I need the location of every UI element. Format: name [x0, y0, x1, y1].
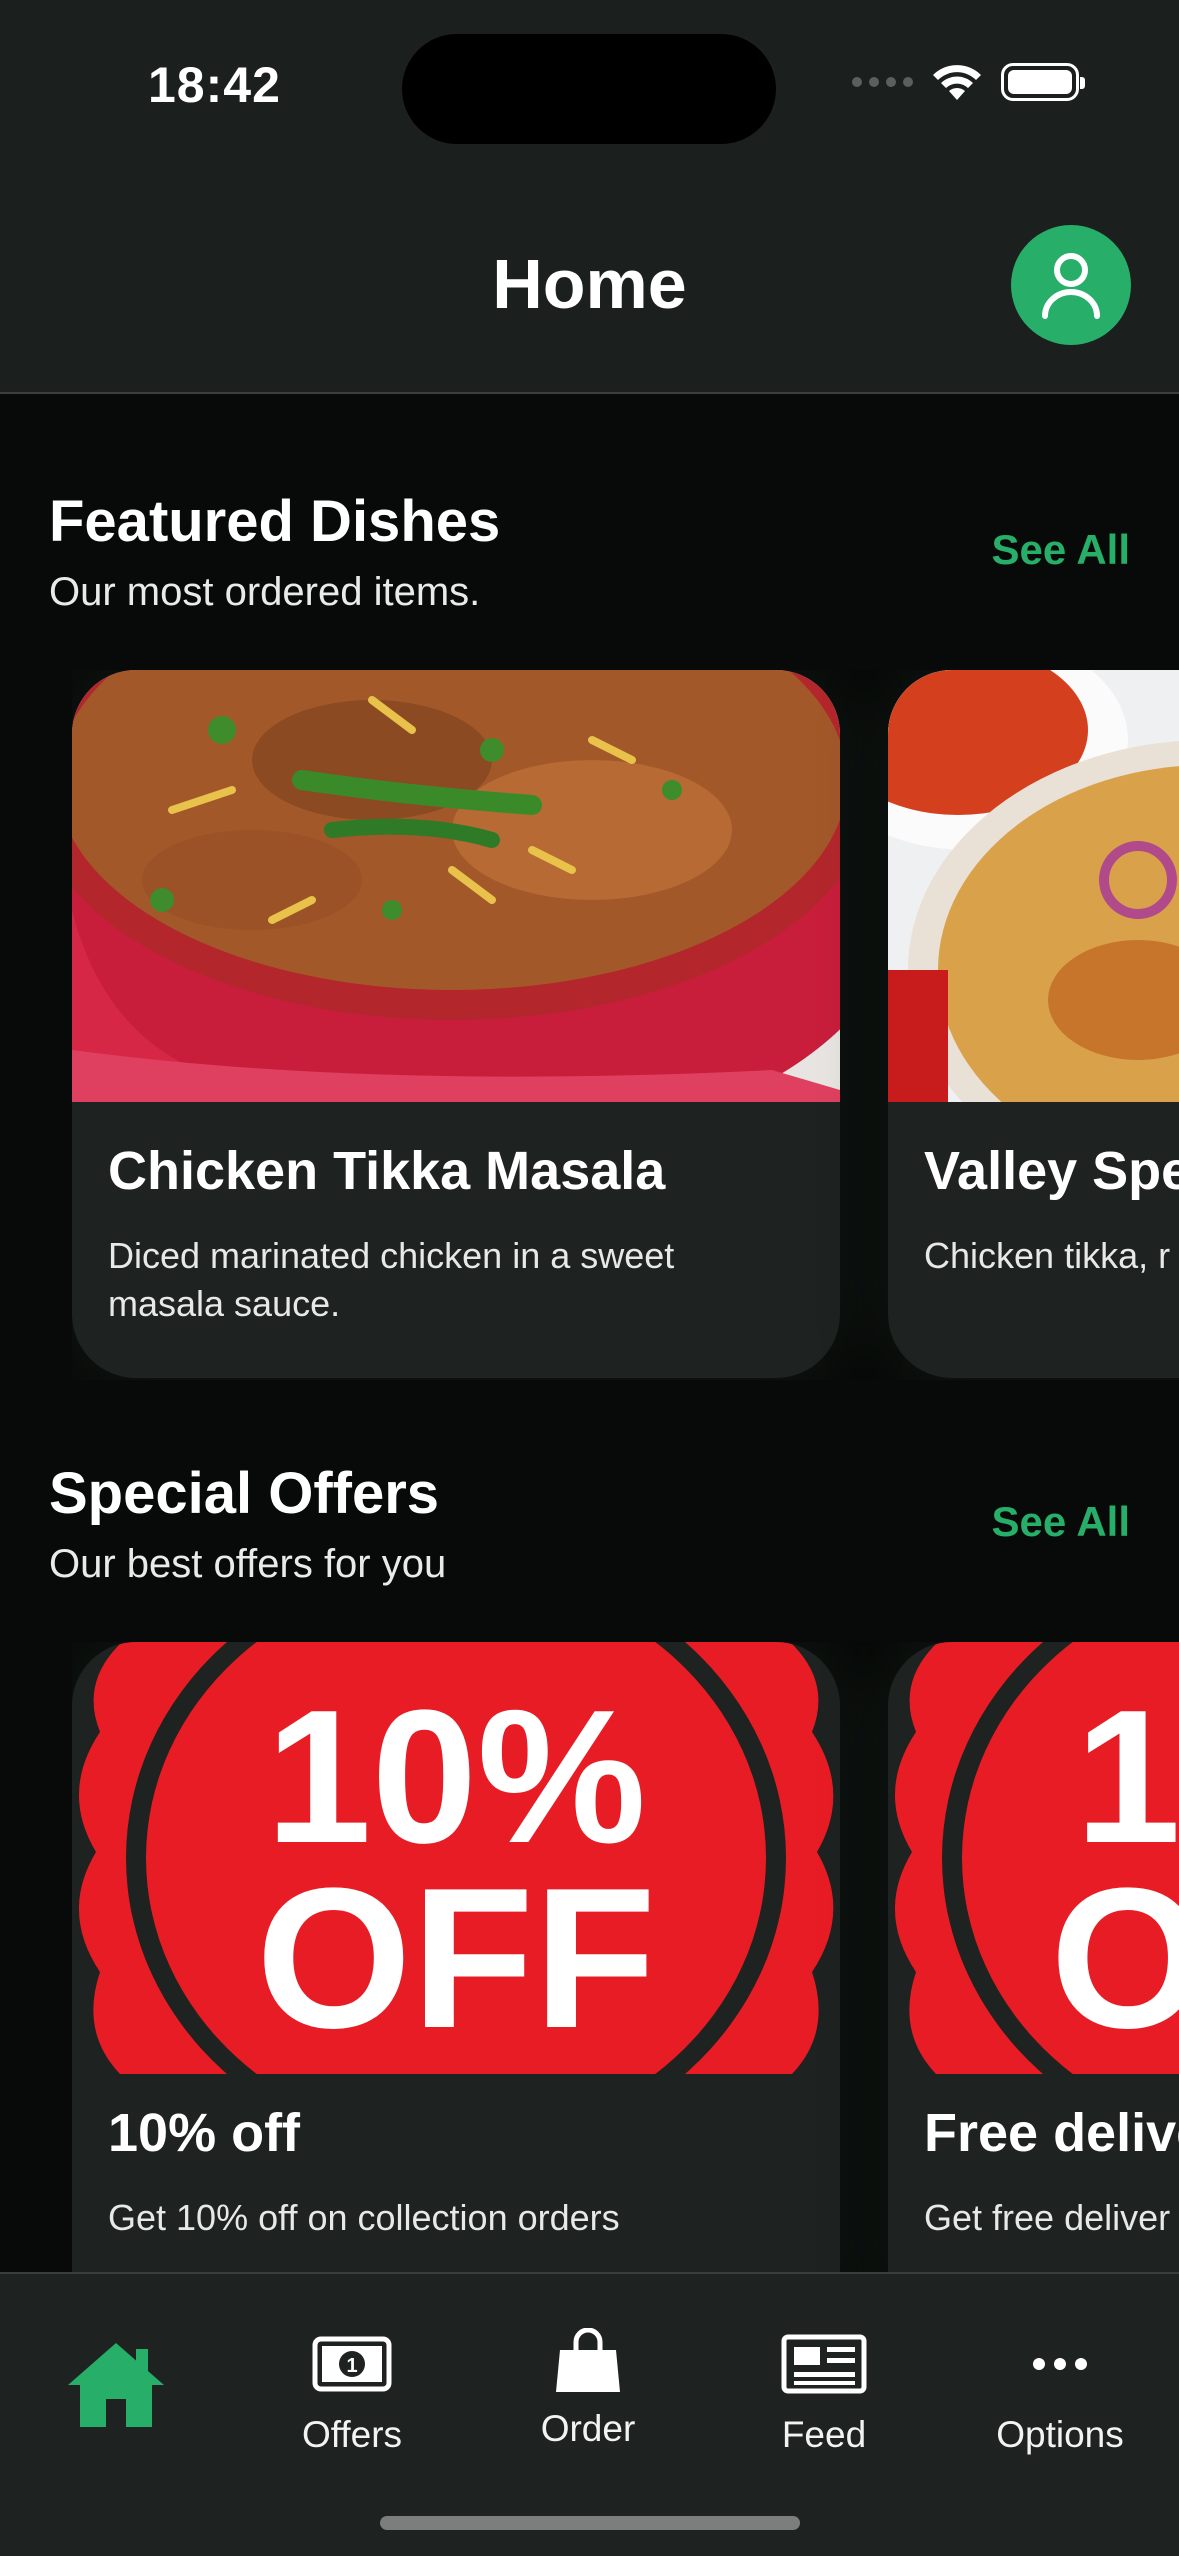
dish-title: Chicken Tikka Masala: [108, 1141, 666, 1201]
tab-label: Feed: [781, 2414, 867, 2455]
offers-see-all-button[interactable]: See All: [991, 1498, 1130, 1546]
offer-title: 10% off: [108, 2103, 301, 2163]
wifi-icon: [933, 65, 981, 100]
svg-text:1: 1: [346, 2355, 357, 2377]
offer-card[interactable]: 10% OFF 10% off Get 10% off on collectio…: [72, 1642, 840, 2272]
dish-description: Diced marinated chicken in a sweet masal…: [108, 1235, 675, 1324]
offer-card[interactable]: 1 O Free delive Get free deliver: [888, 1642, 1179, 2272]
newspaper-icon: [781, 2334, 867, 2394]
dish-card[interactable]: Valley Spe Chicken tikka, r mixed in a b…: [888, 670, 1179, 1378]
offer-title: Free delive: [924, 2103, 1179, 2163]
status-time: 18:42: [148, 57, 281, 113]
dynamic-island: [402, 34, 776, 144]
nav-header: Home: [0, 170, 1179, 394]
home-icon: [68, 2343, 164, 2427]
offer-badge-off: O: [1050, 1847, 1179, 2070]
dish-image: [888, 670, 1179, 1102]
tab-label: Options: [996, 2414, 1124, 2455]
tab-options[interactable]: Options: [960, 2314, 1160, 2456]
offers-title: Special Offers: [49, 1461, 440, 1526]
dish-image: [72, 670, 840, 1102]
offers-carousel[interactable]: 10% OFF 10% off Get 10% off on collectio…: [72, 1642, 1179, 2272]
more-icon: [1033, 2358, 1087, 2370]
status-icons: [852, 62, 1085, 102]
shopping-bag-icon: [556, 2328, 620, 2392]
offer-description: Get free deliver: [924, 2197, 1171, 2238]
featured-carousel[interactable]: Chicken Tikka Masala Diced marinated chi…: [72, 670, 1179, 1380]
offer-image: 10% OFF: [72, 1642, 840, 2074]
featured-see-all-button[interactable]: See All: [991, 526, 1130, 574]
cellular-signal-icon: [852, 77, 913, 87]
battery-icon: [1001, 63, 1085, 101]
tab-offers[interactable]: 1 Offers: [252, 2314, 452, 2456]
tab-feed[interactable]: Feed: [724, 2314, 924, 2456]
tab-label: Offers: [301, 2414, 403, 2455]
dish-title: Valley Spe: [924, 1141, 1179, 1201]
banknote-icon: 1: [312, 2336, 392, 2392]
featured-title: Featured Dishes: [49, 489, 501, 554]
offer-description: Get 10% off on collection orders: [108, 2197, 620, 2238]
page-title: Home: [492, 245, 687, 323]
offers-subtitle: Our best offers for you: [49, 1542, 447, 1586]
dish-description: Chicken tikka, r mixed in a birya: [924, 1235, 1179, 1276]
tab-label: Order: [540, 2408, 636, 2449]
featured-subtitle: Our most ordered items.: [49, 570, 481, 614]
tab-bar: 1 Offers Order Feed Options: [0, 2272, 1179, 2556]
user-icon: [1042, 253, 1100, 319]
tab-home[interactable]: [16, 2314, 216, 2454]
profile-button[interactable]: [1011, 225, 1131, 345]
status-bar: 18:42: [0, 0, 1179, 170]
dish-card[interactable]: Chicken Tikka Masala Diced marinated chi…: [72, 670, 840, 1378]
offer-image: 1 O: [888, 1642, 1179, 2074]
offer-badge-off: OFF: [256, 1847, 656, 2070]
home-indicator: [380, 2516, 800, 2530]
tab-order[interactable]: Order: [488, 2314, 688, 2450]
